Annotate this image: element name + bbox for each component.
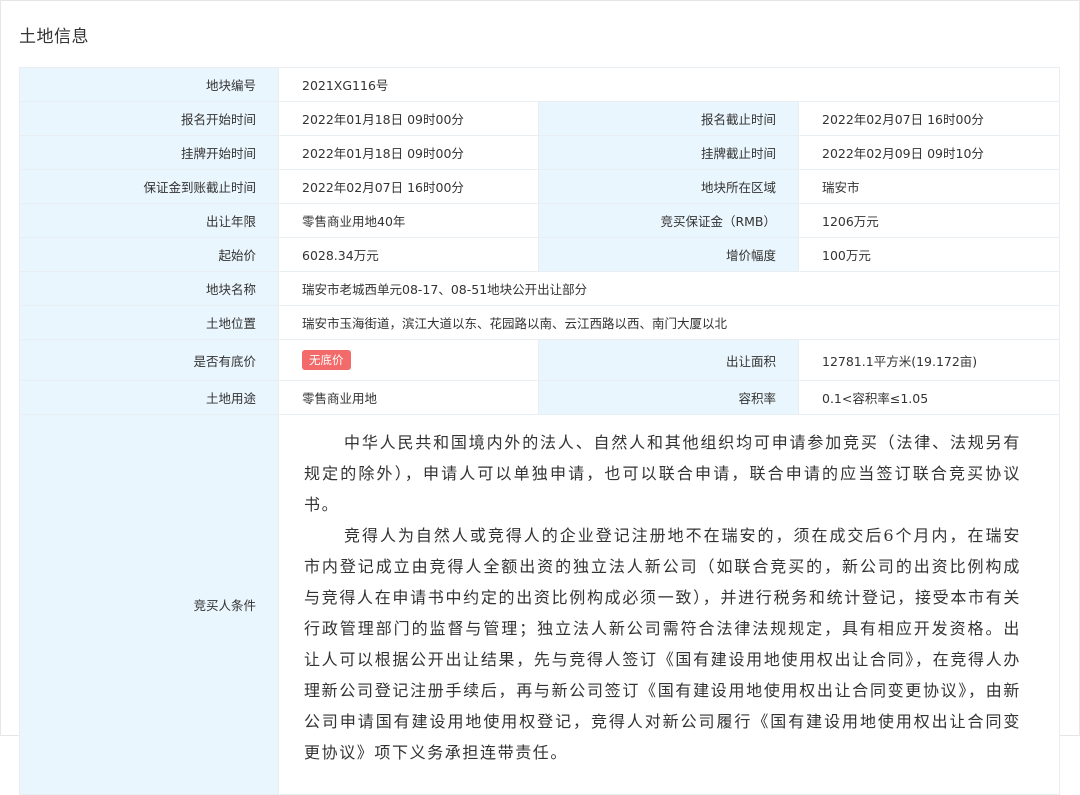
row-plot-name: 地块名称 瑞安市老城西单元08-17、08-51地块公开出让部分 xyxy=(19,271,1061,306)
signup-end-value: 2022年02月07日 16时00分 xyxy=(797,101,1061,136)
start-price-label: 起始价 xyxy=(19,237,279,272)
signup-start-label: 报名开始时间 xyxy=(19,101,279,136)
bidder-conditions-value: 中华人民共和国境内外的法人、自然人和其他组织均可申请参加竞买（法律、法规另有规定… xyxy=(277,414,1061,795)
plot-name-label: 地块名称 xyxy=(19,271,279,306)
row-reserve: 是否有底价 无底价 出让面积 12781.1平方米(19.172亩) xyxy=(19,339,1061,381)
row-bidder-conditions: 竞买人条件 中华人民共和国境内外的法人、自然人和其他组织均可申请参加竞买（法律、… xyxy=(19,414,1061,795)
term-value: 零售商业用地40年 xyxy=(278,203,539,238)
bidder-conditions-text: 中华人民共和国境内外的法人、自然人和其他组织均可申请参加竞买（法律、法规另有规定… xyxy=(302,415,1059,768)
usage-value: 零售商业用地 xyxy=(278,380,539,415)
usage-label: 土地用途 xyxy=(19,380,279,415)
deposit-deadline-value: 2022年02月07日 16时00分 xyxy=(278,169,539,204)
land-info-table: 地块编号 2021XG116号 报名开始时间 2022年01月18日 09时00… xyxy=(19,67,1061,795)
reserve-price-value: 无底价 xyxy=(278,339,539,381)
row-plot-no: 地块编号 2021XG116号 xyxy=(19,67,1061,102)
row-listing: 挂牌开始时间 2022年01月18日 09时00分 挂牌截止时间 2022年02… xyxy=(19,135,1061,170)
deposit-deadline-label: 保证金到账截止时间 xyxy=(19,169,279,204)
row-deposit-deadline: 保证金到账截止时间 2022年02月07日 16时00分 地块所在区域 瑞安市 xyxy=(19,169,1061,204)
no-reserve-badge: 无底价 xyxy=(302,350,351,370)
area-label: 出让面积 xyxy=(538,339,799,381)
bidder-conditions-paragraph-2: 竞得人为自然人或竞得人的企业登记注册地不在瑞安的，须在成交后6个月内，在瑞安市内… xyxy=(304,526,1022,762)
region-value: 瑞安市 xyxy=(797,169,1061,204)
region-label: 地块所在区域 xyxy=(538,169,799,204)
signup-start-value: 2022年01月18日 09时00分 xyxy=(278,101,539,136)
bidder-conditions-paragraph-1: 中华人民共和国境内外的法人、自然人和其他组织均可申请参加竞买（法律、法规另有规定… xyxy=(304,433,1022,514)
row-location: 土地位置 瑞安市玉海街道，滨江大道以东、花园路以南、云江西路以西、南门大厦以北 xyxy=(19,305,1061,340)
listing-start-label: 挂牌开始时间 xyxy=(19,135,279,170)
plot-name-value: 瑞安市老城西单元08-17、08-51地块公开出让部分 xyxy=(277,271,1061,306)
plot-no-value: 2021XG116号 xyxy=(277,67,1061,102)
deposit-value: 1206万元 xyxy=(797,203,1061,238)
row-price: 起始价 6028.34万元 增价幅度 100万元 xyxy=(19,237,1061,272)
plot-no-label: 地块编号 xyxy=(19,67,279,102)
increment-label: 增价幅度 xyxy=(538,237,799,272)
row-signup: 报名开始时间 2022年01月18日 09时00分 报名截止时间 2022年02… xyxy=(19,101,1061,136)
location-label: 土地位置 xyxy=(19,305,279,340)
area-value: 12781.1平方米(19.172亩) xyxy=(797,339,1061,381)
row-term: 出让年限 零售商业用地40年 竞买保证金（RMB） 1206万元 xyxy=(19,203,1061,238)
listing-end-label: 挂牌截止时间 xyxy=(538,135,799,170)
signup-end-label: 报名截止时间 xyxy=(538,101,799,136)
term-label: 出让年限 xyxy=(19,203,279,238)
increment-value: 100万元 xyxy=(797,237,1061,272)
bidder-conditions-label: 竞买人条件 xyxy=(19,414,279,795)
page-title: 土地信息 xyxy=(19,27,89,47)
listing-start-value: 2022年01月18日 09时00分 xyxy=(278,135,539,170)
far-value: 0.1<容积率≤1.05 xyxy=(797,380,1061,415)
start-price-value: 6028.34万元 xyxy=(278,237,539,272)
deposit-label: 竞买保证金（RMB） xyxy=(538,203,799,238)
listing-end-value: 2022年02月09日 09时10分 xyxy=(797,135,1061,170)
reserve-price-label: 是否有底价 xyxy=(19,339,279,381)
location-value: 瑞安市玉海街道，滨江大道以东、花园路以南、云江西路以西、南门大厦以北 xyxy=(277,305,1061,340)
far-label: 容积率 xyxy=(538,380,799,415)
row-usage: 土地用途 零售商业用地 容积率 0.1<容积率≤1.05 xyxy=(19,380,1061,415)
